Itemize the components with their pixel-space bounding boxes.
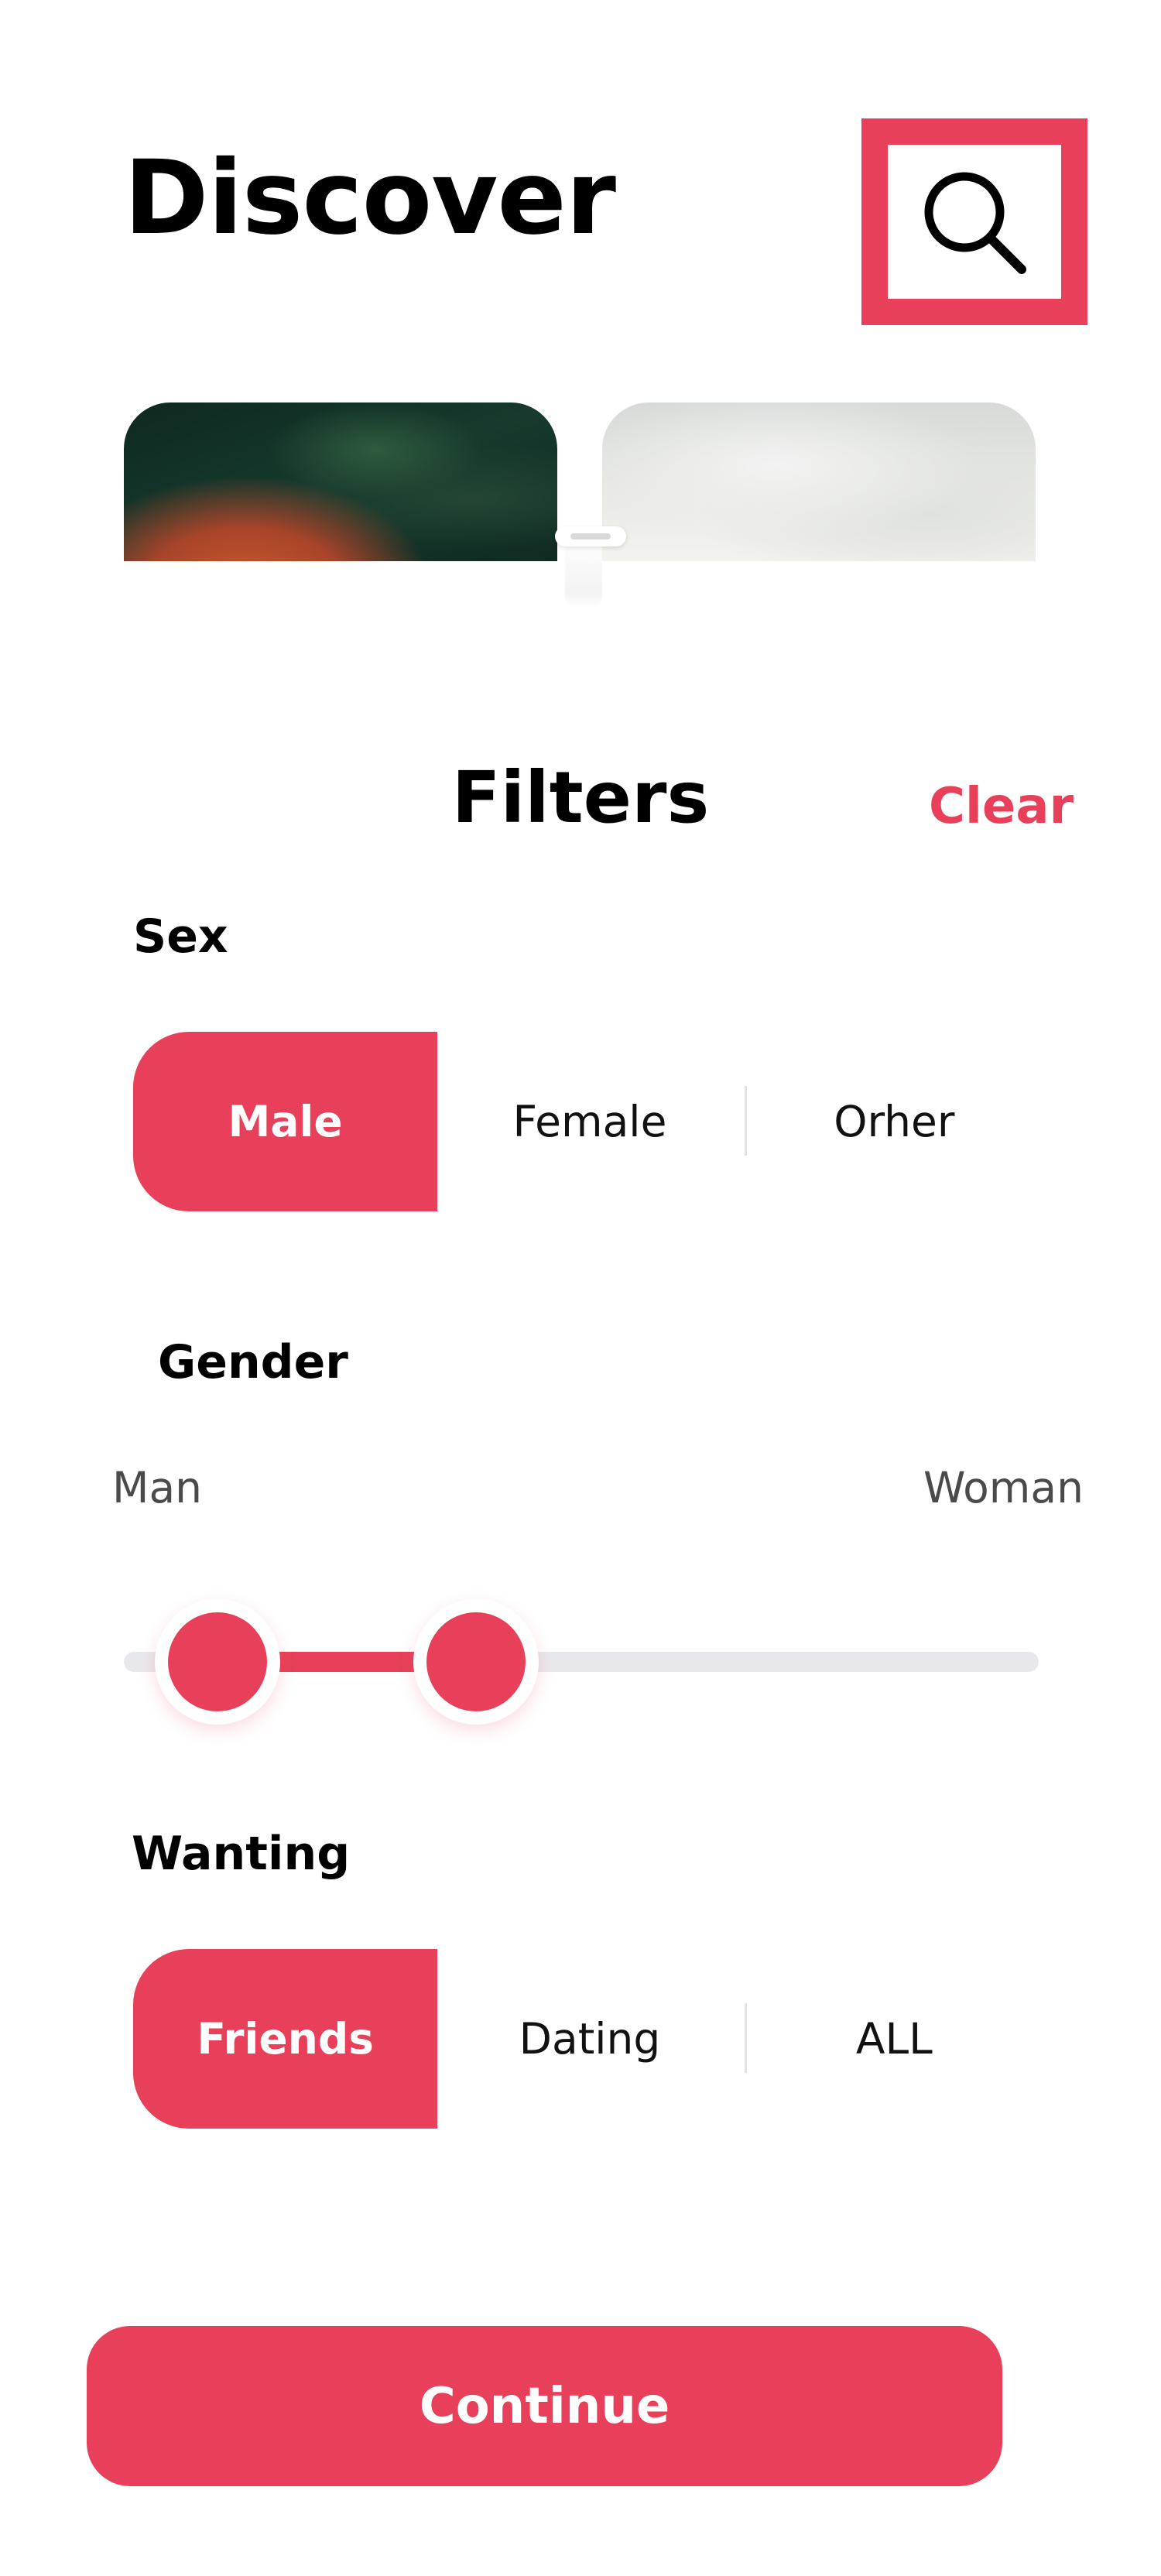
sheet-grabber-handle[interactable] bbox=[555, 526, 626, 546]
profile-card-image[interactable] bbox=[602, 402, 1036, 561]
sex-option-other[interactable]: Orher bbox=[741, 1032, 1046, 1211]
sex-option-male[interactable]: Male bbox=[133, 1032, 438, 1211]
sex-segmented-control: Male Female Orher bbox=[133, 1032, 1046, 1211]
gender-range-thumb-high[interactable] bbox=[413, 1599, 539, 1725]
gender-label: Gender bbox=[158, 1335, 348, 1389]
sex-label: Sex bbox=[133, 909, 228, 964]
filters-sheet bbox=[0, 561, 1161, 2576]
gender-min-label: Man bbox=[112, 1463, 203, 1512]
sex-option-female[interactable]: Female bbox=[437, 1032, 742, 1211]
page-title: Discover bbox=[124, 139, 616, 258]
discover-screen: Discover Filters Clear Sex Male Female O… bbox=[0, 0, 1161, 2576]
gender-max-label: Woman bbox=[923, 1463, 1084, 1512]
segment-divider bbox=[745, 2003, 747, 2073]
gender-range-thumb-low[interactable] bbox=[155, 1599, 280, 1725]
search-icon bbox=[924, 172, 1026, 274]
wanting-option-dating[interactable]: Dating bbox=[437, 1949, 742, 2129]
wanting-option-all[interactable]: ALL bbox=[741, 1949, 1046, 2129]
continue-button[interactable]: Continue bbox=[87, 2326, 1002, 2486]
wanting-label: Wanting bbox=[132, 1827, 351, 1881]
profile-card-image[interactable] bbox=[124, 402, 557, 561]
wanting-segmented-control: Friends Dating ALL bbox=[133, 1949, 1046, 2129]
wanting-option-friends[interactable]: Friends bbox=[133, 1949, 438, 2129]
search-button[interactable] bbox=[861, 118, 1087, 325]
clear-button[interactable]: Clear bbox=[929, 782, 1074, 831]
segment-divider bbox=[745, 1086, 747, 1156]
